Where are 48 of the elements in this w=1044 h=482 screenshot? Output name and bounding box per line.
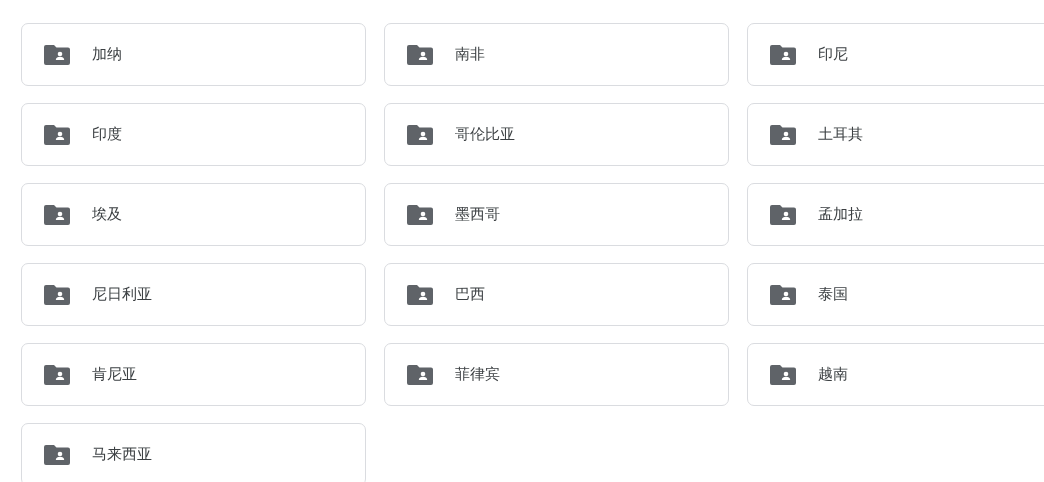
folder-card[interactable]: 印度 [21, 103, 366, 166]
folder-name: 尼日利亚 [92, 285, 152, 304]
shared-folder-icon [44, 364, 70, 385]
folder-name: 印尼 [818, 45, 848, 64]
folder-name: 孟加拉 [818, 205, 863, 224]
folder-card[interactable]: 南非 [384, 23, 729, 86]
shared-folder-icon [44, 124, 70, 145]
folder-card[interactable]: 菲律宾 [384, 343, 729, 406]
shared-folder-icon [44, 284, 70, 305]
shared-folder-icon [407, 364, 433, 385]
folder-name: 肯尼亚 [92, 365, 137, 384]
folder-name: 墨西哥 [455, 205, 500, 224]
shared-folder-icon [407, 124, 433, 145]
folder-name: 马来西亚 [92, 445, 152, 464]
folder-card[interactable]: 泰国 [747, 263, 1044, 326]
folder-name: 泰国 [818, 285, 848, 304]
folder-name: 南非 [455, 45, 485, 64]
folder-name: 印度 [92, 125, 122, 144]
shared-folder-icon [44, 204, 70, 225]
shared-folder-icon [407, 44, 433, 65]
folder-name: 土耳其 [818, 125, 863, 144]
shared-folder-icon [770, 44, 796, 65]
shared-folder-icon [44, 444, 70, 465]
folder-card[interactable]: 越南 [747, 343, 1044, 406]
folder-card[interactable]: 肯尼亚 [21, 343, 366, 406]
shared-folder-icon [770, 124, 796, 145]
folder-name: 越南 [818, 365, 848, 384]
folder-card[interactable]: 巴西 [384, 263, 729, 326]
shared-folder-icon [44, 44, 70, 65]
folder-name: 哥伦比亚 [455, 125, 515, 144]
folder-name: 加纳 [92, 45, 122, 64]
shared-folder-icon [407, 204, 433, 225]
folder-card[interactable]: 尼日利亚 [21, 263, 366, 326]
folder-card[interactable]: 墨西哥 [384, 183, 729, 246]
folder-name: 巴西 [455, 285, 485, 304]
folder-card[interactable]: 马来西亚 [21, 423, 366, 482]
folder-card[interactable]: 哥伦比亚 [384, 103, 729, 166]
folder-card[interactable]: 孟加拉 [747, 183, 1044, 246]
shared-folder-icon [770, 364, 796, 385]
folder-card[interactable]: 埃及 [21, 183, 366, 246]
shared-folder-icon [770, 204, 796, 225]
shared-folder-icon [407, 284, 433, 305]
folder-name: 埃及 [92, 205, 122, 224]
shared-folder-icon [770, 284, 796, 305]
folder-card[interactable]: 加纳 [21, 23, 366, 86]
folder-card[interactable]: 土耳其 [747, 103, 1044, 166]
folder-card[interactable]: 印尼 [747, 23, 1044, 86]
folder-name: 菲律宾 [455, 365, 500, 384]
